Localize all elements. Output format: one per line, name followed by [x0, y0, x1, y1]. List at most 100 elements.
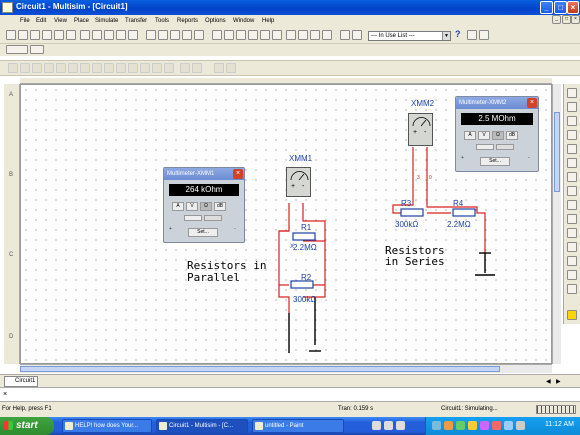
database-icon[interactable]	[236, 30, 246, 40]
place-ttl-icon[interactable]	[68, 63, 78, 73]
full-screen-icon[interactable]	[146, 30, 156, 40]
frequency-counter-icon[interactable]	[567, 172, 577, 182]
xmm2-symbol[interactable]: + -	[408, 113, 433, 146]
task-paint[interactable]: untitled - Paint	[252, 419, 344, 433]
place-indicator-icon[interactable]	[116, 63, 126, 73]
place-rf-icon[interactable]	[140, 63, 150, 73]
print-preview-icon[interactable]	[66, 30, 76, 40]
help-icon[interactable]: ?	[455, 30, 465, 40]
tab-scroll-right-icon[interactable]: ▶	[556, 378, 561, 385]
context-help-icon[interactable]	[467, 30, 477, 40]
bode-plotter-icon[interactable]	[567, 158, 577, 168]
postprocessor-icon[interactable]	[260, 30, 270, 40]
xmm2-ammeter-button[interactable]: A	[464, 131, 476, 140]
agilent-generator-icon[interactable]	[567, 284, 577, 294]
grapher-icon[interactable]	[272, 30, 282, 40]
horizontal-scroll-thumb[interactable]	[20, 366, 500, 372]
place-misc-icon[interactable]	[128, 63, 138, 73]
quicklaunch-icon-2[interactable]	[384, 421, 393, 430]
chevron-down-icon[interactable]: ▼	[442, 32, 450, 40]
mdi-minimize-button[interactable]: _	[552, 15, 561, 24]
tray-icon-5[interactable]	[480, 421, 489, 430]
menu-place[interactable]: Place	[74, 18, 89, 24]
whats-this-icon[interactable]	[479, 30, 489, 40]
vertical-scroll-thumb[interactable]	[554, 112, 560, 192]
mdi-restore-button[interactable]: □	[562, 15, 571, 24]
close-button[interactable]: ×	[567, 1, 579, 14]
xmm1-set-button[interactable]: Set...	[188, 228, 218, 237]
menu-edit[interactable]: Edit	[36, 18, 46, 24]
xmm1-voltmeter-button[interactable]: V	[186, 202, 198, 211]
forward-annotate-icon[interactable]	[322, 30, 332, 40]
xmm2-voltmeter-button[interactable]: V	[478, 131, 490, 140]
maximize-button[interactable]: □	[554, 1, 567, 14]
zoom-fit-icon[interactable]	[194, 30, 204, 40]
oscilloscope-icon[interactable]	[567, 130, 577, 140]
close-icon[interactable]: ×	[527, 98, 537, 108]
close-icon[interactable]: ×	[233, 169, 243, 179]
paste-icon[interactable]	[104, 30, 114, 40]
menu-help[interactable]: Help	[262, 18, 274, 24]
tray-icon-7[interactable]	[504, 421, 513, 430]
open-sample-icon[interactable]	[30, 30, 40, 40]
zoom-area-icon[interactable]	[182, 30, 192, 40]
new-icon[interactable]	[6, 30, 16, 40]
back-annotate-icon[interactable]	[310, 30, 320, 40]
word-generator-icon[interactable]	[567, 186, 577, 196]
minimize-button[interactable]: _	[540, 1, 553, 14]
xmm2-ac-button[interactable]	[476, 144, 494, 150]
place-transistor-icon[interactable]	[44, 63, 54, 73]
bus-icon[interactable]	[192, 63, 202, 73]
menu-options[interactable]: Options	[205, 18, 226, 24]
xmm2-ohmmeter-button[interactable]: Ω	[492, 131, 504, 140]
edit-icon[interactable]	[352, 30, 362, 40]
toggle-design-toolbox-icon[interactable]	[212, 30, 222, 40]
place-mixed-icon[interactable]	[104, 63, 114, 73]
run-switch-icon[interactable]	[6, 45, 28, 54]
distortion-analyzer-icon[interactable]	[567, 242, 577, 252]
place-basic-icon[interactable]	[20, 63, 30, 73]
tray-icon-3[interactable]	[456, 421, 465, 430]
spectrum-analyzer-icon[interactable]	[567, 256, 577, 266]
logic-analyzer-icon[interactable]	[567, 200, 577, 210]
electrical-rules-icon[interactable]	[298, 30, 308, 40]
quicklaunch-icon[interactable]	[372, 421, 381, 430]
measurement-probe-icon[interactable]	[567, 310, 577, 320]
xmm1-decibel-button[interactable]: dB	[214, 202, 226, 211]
ultiboard-icon[interactable]	[340, 30, 350, 40]
cut-icon[interactable]	[80, 30, 90, 40]
schematic-canvas[interactable]: XMM1 + - XMM2 + - 3 0 X R1 2.2MΩ R2 300k…	[20, 84, 552, 364]
grid-toggle-icon[interactable]	[214, 63, 224, 73]
redo-icon[interactable]	[128, 30, 138, 40]
undo-icon[interactable]	[116, 30, 126, 40]
horizontal-scrollbar[interactable]	[20, 364, 552, 373]
menu-file[interactable]: File	[20, 18, 30, 24]
border-toggle-icon[interactable]	[226, 63, 236, 73]
xmm1-ammeter-button[interactable]: A	[172, 202, 184, 211]
tray-icon-4[interactable]	[468, 421, 477, 430]
tray-icon-6[interactable]	[492, 421, 501, 430]
xmm1-symbol[interactable]: + -	[286, 167, 311, 197]
vertical-scrollbar[interactable]	[552, 84, 561, 364]
component-wizard-icon[interactable]	[248, 30, 258, 40]
four-channel-oscilloscope-icon[interactable]	[567, 144, 577, 154]
volume-icon[interactable]	[516, 421, 525, 430]
spreadsheet-icon[interactable]	[224, 30, 234, 40]
in-use-list-dropdown[interactable]: --- In Use List --- ▼	[368, 31, 451, 41]
xmm2-set-button[interactable]: Set...	[480, 157, 510, 166]
panel-close-icon[interactable]: ×	[3, 391, 7, 398]
place-source-icon[interactable]	[8, 63, 18, 73]
menu-simulate[interactable]: Simulate	[95, 18, 118, 24]
zoom-in-icon[interactable]	[158, 30, 168, 40]
xmm1-dc-button[interactable]	[204, 215, 222, 221]
network-analyzer-icon[interactable]	[567, 270, 577, 280]
place-cmos-icon[interactable]	[80, 63, 90, 73]
wattmeter-icon[interactable]	[567, 116, 577, 126]
function-generator-icon[interactable]	[567, 102, 577, 112]
iv-analyzer-icon[interactable]	[567, 228, 577, 238]
start-button[interactable]: start	[0, 417, 54, 435]
tab-circuit1[interactable]: Circuit1	[4, 376, 38, 387]
menu-tools[interactable]: Tools	[155, 18, 169, 24]
menu-view[interactable]: View	[54, 18, 67, 24]
multimeter-instrument-icon[interactable]	[567, 88, 577, 98]
